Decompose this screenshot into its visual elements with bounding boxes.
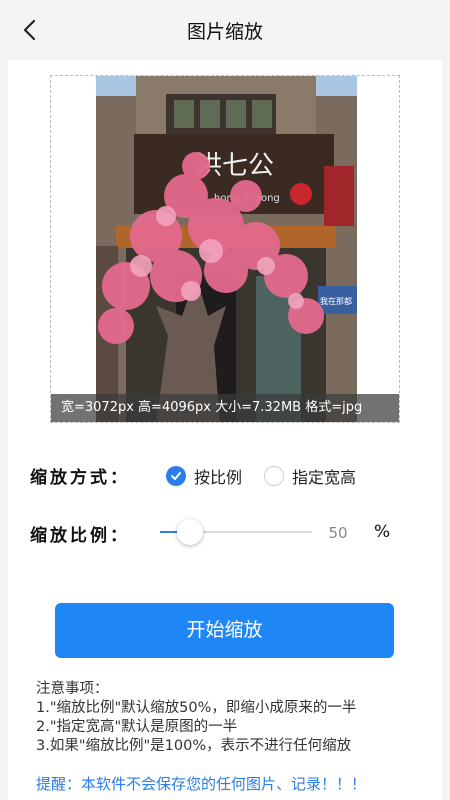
image-preview[interactable]: 洪七公 hong qi gong 我在那都 宽=3072px 高=4096px … [50,75,400,423]
notes-section: 注意事项： 1."缩放比例"默认缩放50%，即缩小成原来的一半 2."指定宽高"… [36,680,356,756]
radio-by-ratio-label: 按比例 [194,468,243,487]
page-title: 图片缩放 [186,21,263,43]
radio-by-ratio[interactable]: 按比例 [166,464,242,488]
slider-thumb[interactable] [177,519,204,545]
notes-title: 注意事项： [36,681,109,697]
scale-ratio-label: 缩放比例： [30,526,130,546]
radio-unchecked-icon [264,466,284,486]
shop-sign: 我在那都 [320,296,352,306]
start-scale-button[interactable]: 开始缩放 [55,603,394,658]
radio-specify-size[interactable]: 指定宽高 [264,464,356,488]
note-item: 3.如果"缩放比例"是100%，表示不进行任何缩放 [36,738,352,754]
note-item: 2."指定宽高"默认是原图的一半 [36,719,238,735]
radio-checked-icon [166,466,186,486]
radio-specify-size-label: 指定宽高 [292,468,357,487]
preview-photo: 洪七公 hong qi gong 我在那都 [96,76,357,422]
header-bar: 图片缩放 [0,0,450,60]
scale-value: 50 [328,524,348,542]
scale-slider[interactable] [160,519,312,545]
reminder-text: 提醒：本软件不会保存您的任何图片、记录！！！ [36,775,367,793]
note-item: 1."缩放比例"默认缩放50%，即缩小成原来的一半 [36,700,357,716]
scale-mode-label: 缩放方式： [30,468,130,488]
percent-unit: % [374,522,391,542]
image-info-bar: 宽=3072px 高=4096px 大小=7.32MB 格式=jpg [51,394,399,422]
